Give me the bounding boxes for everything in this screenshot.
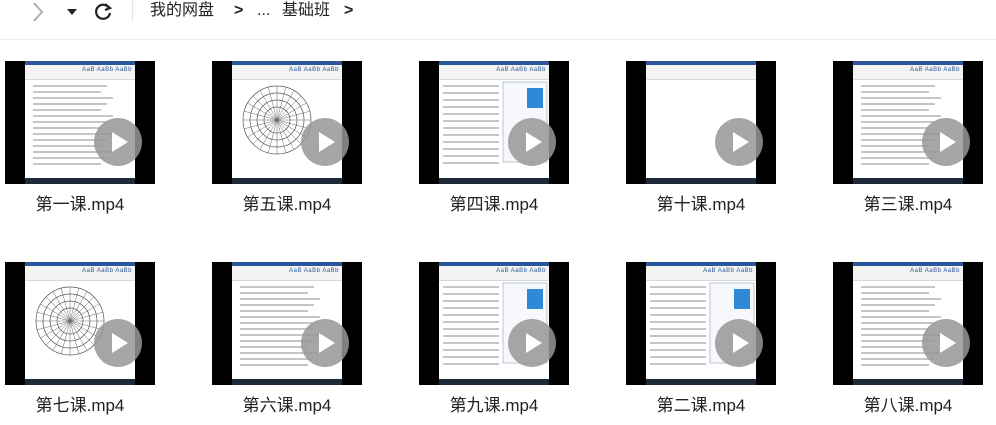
caret-down-icon[interactable] (64, 0, 80, 24)
file-item[interactable]: AaB AaBb AaBb 第二课.mp4 (626, 241, 776, 421)
file-name[interactable]: 第四课.mp4 (419, 194, 569, 216)
thumbnail-titlebar (853, 262, 963, 266)
thumbnail-ribbon: AaB AaBb AaBb (25, 61, 135, 80)
file-name[interactable]: 第五课.mp4 (212, 194, 362, 216)
file-item[interactable]: 第十课.mp4 (626, 40, 776, 220)
file-name[interactable]: 第九课.mp4 (419, 395, 569, 417)
thumbnail-styles-text: AaB AaBb AaBb (496, 67, 546, 73)
video-thumbnail[interactable] (626, 61, 776, 184)
thumbnail-ribbon: AaB AaBb AaBb (853, 262, 963, 281)
thumbnail-titlebar (232, 61, 342, 65)
video-thumbnail[interactable]: AaB AaBb AaBb (419, 262, 569, 385)
thumbnail-titlebar (25, 61, 135, 65)
file-item[interactable]: AaB AaBb AaBb 第三课.mp4 (833, 40, 983, 220)
thumbnail-ribbon: AaB AaBb AaBb (232, 61, 342, 80)
thumbnail-titlebar (439, 61, 549, 65)
file-name[interactable]: 第七课.mp4 (5, 395, 155, 417)
thumbnail-taskbar (232, 379, 342, 385)
file-item[interactable]: AaB AaBb AaBb 第七课.mp4 (5, 241, 155, 421)
thumbnail-taskbar (646, 178, 756, 184)
thumbnail-styles-text: AaB AaBb AaBb (289, 67, 339, 73)
play-icon[interactable] (301, 118, 349, 166)
video-thumbnail[interactable]: AaB AaBb AaBb (212, 262, 362, 385)
play-icon[interactable] (508, 319, 556, 367)
file-grid: AaB AaBb AaBb 第一课.mp4 AaB AaBb AaBb 第五课.mp4… (0, 40, 996, 425)
video-thumbnail[interactable]: AaB AaBb AaBb (833, 262, 983, 385)
thumbnail-ribbon (646, 61, 756, 80)
thumbnail-ribbon: AaB AaBb AaBb (439, 262, 549, 281)
thumbnail-taskbar (853, 379, 963, 385)
play-icon[interactable] (715, 118, 763, 166)
play-icon[interactable] (301, 319, 349, 367)
file-name[interactable]: 第十课.mp4 (626, 194, 776, 216)
file-name[interactable]: 第八课.mp4 (833, 395, 983, 417)
file-name[interactable]: 第六课.mp4 (212, 395, 362, 417)
video-thumbnail[interactable]: AaB AaBb AaBb (212, 61, 362, 184)
thumbnail-ribbon: AaB AaBb AaBb (25, 262, 135, 281)
thumbnail-styles-text: AaB AaBb AaBb (289, 268, 339, 274)
thumbnail-taskbar (646, 379, 756, 385)
file-item[interactable]: AaB AaBb AaBb 第八课.mp4 (833, 241, 983, 421)
thumbnail-ribbon: AaB AaBb AaBb (853, 61, 963, 80)
breadcrumb-separator: > (344, 2, 354, 19)
video-thumbnail[interactable]: AaB AaBb AaBb (419, 61, 569, 184)
thumbnail-ribbon: AaB AaBb AaBb (439, 61, 549, 80)
breadcrumb-item-current[interactable]: 基础班 (282, 0, 330, 22)
thumbnail-styles-text: AaB AaBb AaBb (82, 268, 132, 274)
refresh-icon[interactable] (92, 0, 114, 24)
thumbnail-titlebar (232, 262, 342, 266)
file-item[interactable]: AaB AaBb AaBb 第一课.mp4 (5, 40, 155, 220)
play-icon[interactable] (715, 319, 763, 367)
file-name[interactable]: 第一课.mp4 (5, 194, 155, 216)
video-thumbnail[interactable]: AaB AaBb AaBb (5, 61, 155, 184)
chevron-right-icon[interactable] (28, 0, 48, 24)
video-thumbnail[interactable]: AaB AaBb AaBb (833, 61, 983, 184)
play-icon[interactable] (922, 319, 970, 367)
thumbnail-styles-text: AaB AaBb AaBb (496, 268, 546, 274)
thumbnail-titlebar (439, 262, 549, 266)
thumbnail-taskbar (439, 379, 549, 385)
thumbnail-styles-text: AaB AaBb AaBb (82, 67, 132, 73)
breadcrumb-item-ellipsis[interactable]: ... (257, 0, 270, 22)
thumbnail-styles-text: AaB AaBb AaBb (703, 268, 753, 274)
file-item[interactable]: AaB AaBb AaBb 第六课.mp4 (212, 241, 362, 421)
file-item[interactable]: AaB AaBb AaBb 第五课.mp4 (212, 40, 362, 220)
thumbnail-titlebar (646, 61, 756, 65)
file-name[interactable]: 第三课.mp4 (833, 194, 983, 216)
thumbnail-taskbar (439, 178, 549, 184)
thumbnail-ribbon: AaB AaBb AaBb (232, 262, 342, 281)
play-icon[interactable] (922, 118, 970, 166)
toolbar-divider (132, 0, 133, 22)
thumbnail-taskbar (25, 178, 135, 184)
file-item[interactable]: AaB AaBb AaBb 第九课.mp4 (419, 241, 569, 421)
thumbnail-taskbar (853, 178, 963, 184)
video-thumbnail[interactable]: AaB AaBb AaBb (5, 262, 155, 385)
file-name[interactable]: 第二课.mp4 (626, 395, 776, 417)
play-icon[interactable] (508, 118, 556, 166)
breadcrumb-item-my-disk[interactable]: 我的网盘 (150, 0, 214, 22)
file-item[interactable]: AaB AaBb AaBb 第四课.mp4 (419, 40, 569, 220)
thumbnail-taskbar (232, 178, 342, 184)
video-thumbnail[interactable]: AaB AaBb AaBb (626, 262, 776, 385)
thumbnail-styles-text: AaB AaBb AaBb (910, 67, 960, 73)
play-icon[interactable] (94, 319, 142, 367)
play-icon[interactable] (94, 118, 142, 166)
thumbnail-ribbon: AaB AaBb AaBb (646, 262, 756, 281)
toolbar: 我的网盘 > ... 基础班 > (0, 0, 996, 40)
thumbnail-titlebar (25, 262, 135, 266)
thumbnail-taskbar (25, 379, 135, 385)
breadcrumb-separator: > (234, 2, 244, 19)
thumbnail-titlebar (853, 61, 963, 65)
thumbnail-titlebar (646, 262, 756, 266)
thumbnail-styles-text: AaB AaBb AaBb (910, 268, 960, 274)
